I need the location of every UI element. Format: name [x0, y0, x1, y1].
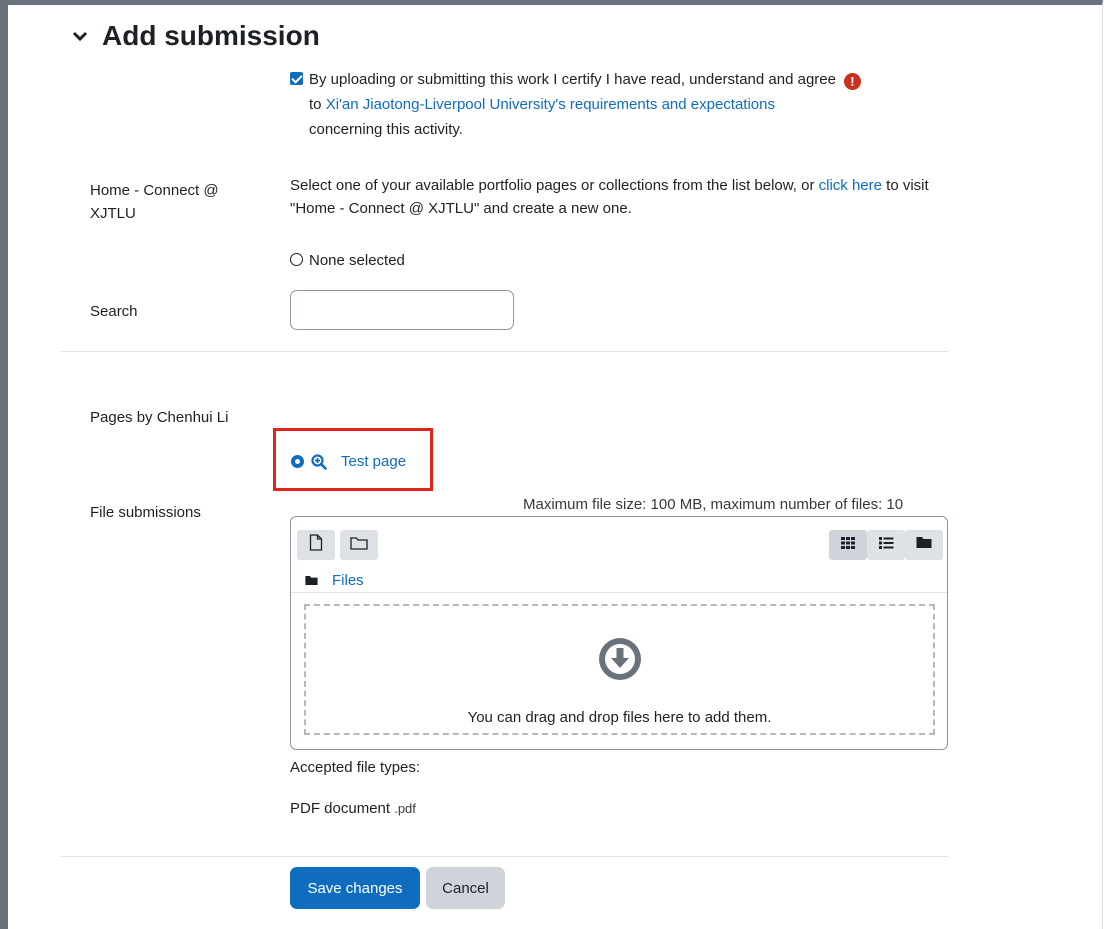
file-submissions-label: File submissions [90, 504, 201, 521]
section-heading[interactable]: Add submission [72, 20, 320, 52]
file-icon [309, 534, 323, 556]
statement-checkbox[interactable] [290, 72, 303, 85]
click-here-link[interactable]: click here [819, 177, 882, 194]
save-changes-button[interactable]: Save changes [290, 867, 420, 909]
section-title: Add submission [102, 20, 320, 51]
none-selected-label: None selected [309, 252, 405, 269]
search-label: Search [90, 303, 138, 320]
statement-to: to [309, 96, 326, 113]
cancel-button[interactable]: Cancel [426, 867, 505, 909]
divider [61, 351, 948, 352]
none-selected-option[interactable]: None selected [290, 249, 405, 272]
list-icon [878, 536, 894, 555]
page-radio[interactable] [291, 455, 304, 468]
accepted-type-name: PDF document [290, 800, 391, 817]
statement-line3: concerning this activity. [309, 121, 463, 138]
none-selected-radio[interactable] [290, 253, 303, 266]
pages-label: Pages by Chenhui Li [90, 409, 229, 426]
portfolio-label-line2: XJTLU [90, 205, 136, 222]
chevron-down-icon [72, 30, 88, 42]
create-folder-button[interactable] [340, 530, 378, 560]
portfolio-description: Select one of your available portfolio p… [290, 174, 950, 220]
file-limits: Maximum file size: 100 MB, maximum numbe… [523, 496, 904, 513]
search-input[interactable] [290, 290, 514, 330]
folder-icon [350, 536, 368, 555]
accepted-type: PDF document .pdf [290, 797, 416, 820]
page-item[interactable]: Test page [291, 450, 406, 473]
picker-divider [291, 592, 947, 593]
requirements-link[interactable]: Xi'an Jiaotong-Liverpool University's re… [326, 96, 775, 113]
grid-icon [840, 536, 856, 555]
files-breadcrumb: Files [305, 569, 364, 592]
files-breadcrumb-link[interactable]: Files [332, 569, 364, 592]
accepted-type-ext: .pdf [394, 801, 416, 816]
statement-text: By uploading or submitting this work I c… [309, 71, 836, 88]
portfolio-label-line1: Home - Connect @ [90, 182, 219, 199]
view-icons-button[interactable] [829, 530, 867, 560]
view-tree-button[interactable] [905, 530, 943, 560]
portfolio-desc-before: Select one of your available portfolio p… [290, 177, 819, 194]
accepted-types-label: Accepted file types: [290, 759, 421, 776]
folder-solid-icon [916, 536, 932, 554]
add-file-button[interactable] [297, 530, 335, 560]
statement-line2: to Xi'an Jiaotong-Liverpool University's… [309, 93, 775, 116]
dropzone-text: You can drag and drop files here to add … [467, 709, 772, 726]
folder-solid-icon [305, 575, 318, 586]
view-list-button[interactable] [867, 530, 905, 560]
page-frame [0, 0, 1103, 929]
submission-statement: By uploading or submitting this work I c… [290, 68, 950, 91]
required-icon: ! [843, 73, 861, 90]
download-icon [598, 637, 642, 686]
divider [61, 856, 948, 857]
zoom-in-icon[interactable] [311, 453, 327, 470]
test-page-link[interactable]: Test page [341, 450, 406, 473]
